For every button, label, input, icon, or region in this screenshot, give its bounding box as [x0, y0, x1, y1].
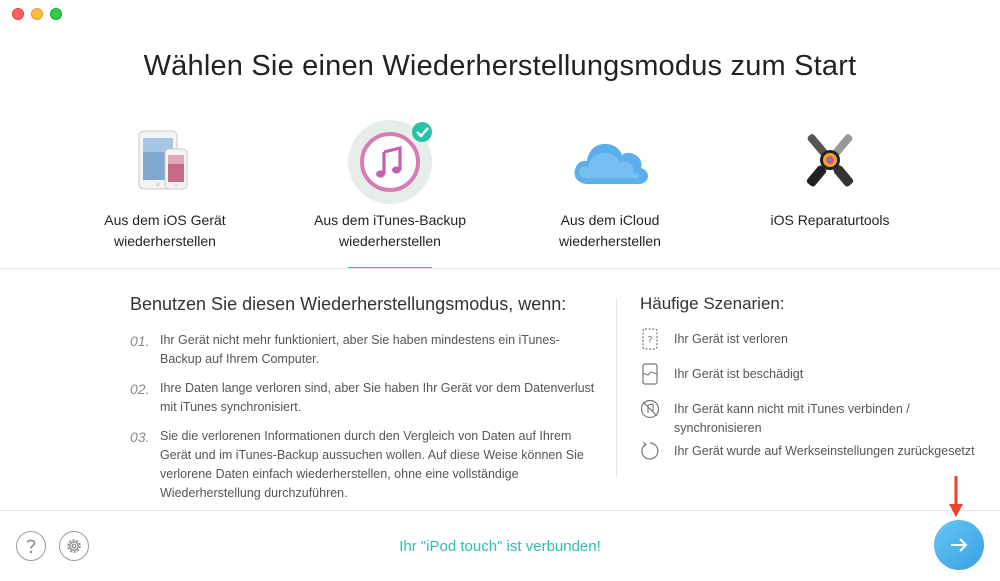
scenario-item: Ihr Gerät ist beschädigt — [640, 363, 1000, 385]
mode-ios-device[interactable]: Aus dem iOS Gerät wiederherstellen — [65, 110, 265, 252]
usage-item-text: Sie die verlorenen Informationen durch d… — [160, 429, 584, 500]
lost-device-icon: ? — [642, 328, 658, 350]
itunes-icon — [348, 120, 432, 204]
ios-devices-icon — [138, 130, 188, 190]
next-button[interactable] — [934, 520, 984, 570]
scenario-item: Ihr Gerät kann nicht mit iTunes verbinde… — [640, 398, 1000, 438]
mode-icloud-label: Aus dem iCloud wiederherstellen — [559, 212, 661, 249]
panel-divider — [616, 298, 617, 476]
app-window: Wählen Sie einen Wiederherstellungsmodus… — [0, 0, 1000, 581]
icloud-icon — [574, 143, 649, 184]
mode-itunes-backup[interactable]: Aus dem iTunes-Backup wiederherstellen — [290, 110, 490, 269]
page-title: Wählen Sie einen Wiederherstellungsmodus… — [143, 50, 857, 82]
mode-ios-repair-label: iOS Reparaturtools — [770, 212, 890, 228]
scenarios-heading: Häufige Szenarien: — [640, 294, 785, 313]
arrow-right-icon — [951, 538, 968, 552]
scenario-item: ? Ihr Gerät ist verloren — [640, 328, 1000, 350]
device-status: Ihr "iPod touch" ist verbunden! — [399, 538, 601, 555]
mode-ios-repair[interactable]: iOS Reparaturtools — [730, 110, 930, 231]
usage-item-text: Ihr Gerät nicht mehr funktioniert, aber … — [160, 333, 560, 366]
broken-device-icon — [642, 363, 658, 385]
usage-panel: Benutzen Sie diesen Wiederherstellungsmo… — [130, 294, 600, 513]
footer-divider — [0, 510, 1000, 511]
svg-text:?: ? — [647, 335, 652, 346]
factory-reset-icon — [641, 441, 659, 460]
usage-item: 03. Sie die verlorenen Informationen dur… — [130, 427, 600, 503]
usage-item-number: 03. — [130, 429, 150, 445]
mode-itunes-backup-label: Aus dem iTunes-Backup wiederherstellen — [314, 212, 466, 249]
itunes-disconnected-icon — [640, 399, 660, 419]
usage-item: 01. Ihr Gerät nicht mehr funktioniert, a… — [130, 331, 600, 369]
mode-selector: Aus dem iOS Gerät wiederherstellen Aus de… — [0, 110, 1000, 270]
scenario-item: Ihr Gerät wurde auf Werkseinstellungen z… — [640, 440, 1000, 462]
mode-icloud[interactable]: Aus dem iCloud wiederherstellen — [510, 110, 710, 252]
annotation-arrow-icon — [949, 476, 963, 517]
usage-item-text: Ihre Daten lange verloren sind, aber Sie… — [160, 381, 595, 414]
scenario-text: Ihr Gerät kann nicht mit iTunes verbinde… — [674, 402, 910, 435]
scenario-text: Ihr Gerät ist beschädigt — [674, 367, 804, 381]
scenario-text: Ihr Gerät ist verloren — [674, 332, 788, 346]
usage-heading: Benutzen Sie diesen Wiederherstellungsmo… — [130, 294, 567, 314]
scenarios-panel: Häufige Szenarien: ? Ihr Gerät ist verlo… — [640, 294, 1000, 462]
scenario-text: Ihr Gerät wurde auf Werkseinstellungen z… — [674, 444, 975, 458]
window-controls — [12, 8, 62, 20]
maximize-window-button[interactable] — [50, 8, 62, 20]
usage-item: 02. Ihre Daten lange verloren sind, aber… — [130, 379, 600, 417]
usage-item-number: 01. — [130, 333, 150, 349]
repair-tools-icon — [806, 134, 854, 187]
usage-item-number: 02. — [130, 381, 150, 397]
minimize-window-button[interactable] — [31, 8, 43, 20]
close-window-button[interactable] — [12, 8, 24, 20]
mode-ios-device-label: Aus dem iOS Gerät wiederherstellen — [104, 212, 226, 249]
mode-divider — [0, 268, 1000, 269]
